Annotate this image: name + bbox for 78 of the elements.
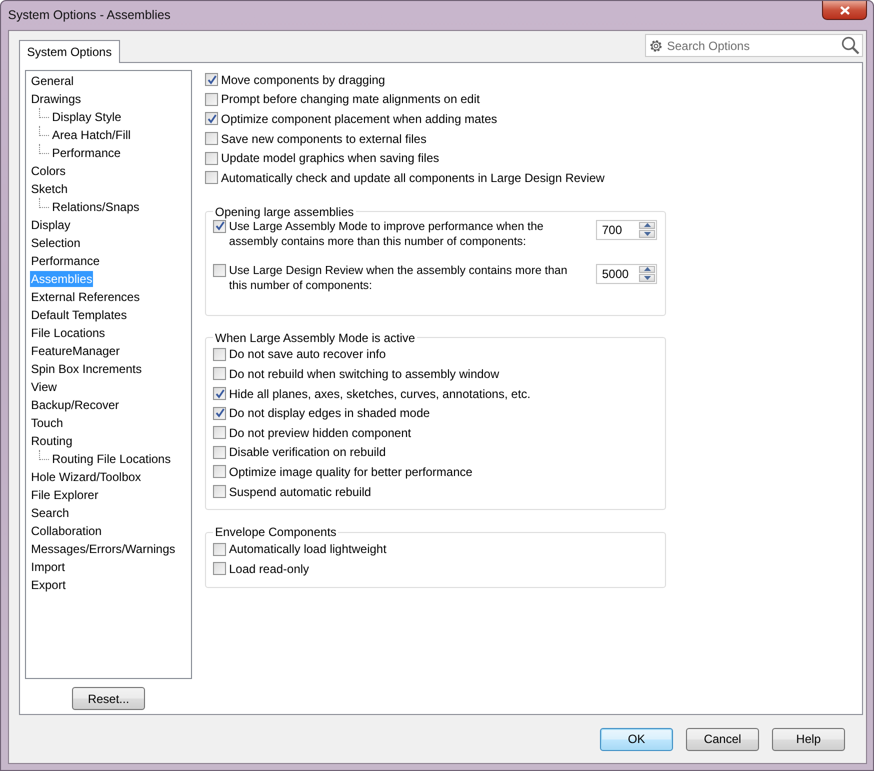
- close-icon: [840, 6, 850, 14]
- search-field[interactable]: Search Options: [645, 34, 863, 57]
- checkbox[interactable]: [213, 406, 226, 420]
- checkbox[interactable]: [205, 132, 218, 146]
- dialog-button[interactable]: Cancel: [686, 728, 759, 750]
- tree-item[interactable]: Performance: [51, 145, 122, 161]
- checkbox[interactable]: [213, 220, 226, 233]
- tree-item[interactable]: Sketch: [30, 181, 69, 197]
- group-title: Envelope Components: [214, 525, 338, 540]
- tree-item[interactable]: Import: [30, 559, 66, 575]
- checkbox[interactable]: [213, 485, 226, 498]
- group-title: Opening large assemblies: [214, 204, 355, 219]
- tree-item[interactable]: Messages/Errors/Warnings: [30, 541, 176, 557]
- reset-button[interactable]: Reset...: [72, 687, 145, 710]
- checkbox[interactable]: [213, 542, 226, 556]
- option-label: Automatically load lightweight: [229, 542, 386, 556]
- window-title: System Options - Assemblies: [8, 7, 171, 22]
- option-label: Use Large Assembly Mode to improve performance when the assembly contains more than this number of components:: [229, 218, 544, 249]
- option-label: Do not save auto recover info: [229, 347, 386, 362]
- tree-item[interactable]: Search: [30, 505, 70, 521]
- tree-item[interactable]: Routing File Locations: [51, 451, 172, 467]
- tree-item[interactable]: View: [30, 379, 58, 395]
- tree-item[interactable]: Colors: [30, 163, 67, 179]
- tree-item[interactable]: External References: [30, 289, 141, 305]
- tree-item[interactable]: Performance: [30, 253, 101, 269]
- checkbox[interactable]: [213, 426, 226, 440]
- option-label: Save new components to external files: [221, 132, 426, 146]
- tab[interactable]: System Options: [19, 40, 120, 63]
- checkbox[interactable]: [205, 73, 218, 86]
- option-label: Prompt before changing mate alignments on edit: [221, 92, 480, 106]
- search-icon[interactable]: [841, 36, 860, 55]
- close-button[interactable]: [822, 1, 867, 20]
- group-title: When Large Assembly Mode is active: [214, 330, 416, 345]
- tree-item[interactable]: Touch: [30, 415, 64, 431]
- tree-item[interactable]: FeatureManager: [30, 343, 121, 359]
- option-label: Load read-only: [229, 562, 310, 576]
- option-label: Use Large Design Review when the assembly contains more than this number of components:: [229, 262, 568, 293]
- option-label: Automatically check and update all components in Large Design Review: [221, 170, 605, 185]
- tree-item[interactable]: Spin Box Increments: [30, 361, 143, 377]
- tree-item[interactable]: Drawings: [30, 91, 82, 107]
- tree-item[interactable]: Backup/Recover: [30, 397, 120, 413]
- checkbox[interactable]: [205, 152, 218, 165]
- dialog-button[interactable]: Help: [772, 728, 845, 750]
- checkbox[interactable]: [213, 264, 226, 277]
- option-label: Do not rebuild when switching to assembly window: [229, 366, 500, 381]
- option-label: Hide all planes, axes, sketches, curves, annotations, etc.: [229, 386, 530, 401]
- tree-item[interactable]: File Locations: [30, 325, 106, 341]
- tree-item[interactable]: Hole Wizard/Toolbox: [30, 469, 142, 485]
- tree-item[interactable]: Relations/Snaps: [51, 199, 140, 215]
- tree-item[interactable]: Collaboration: [30, 523, 103, 539]
- option-label: Do not preview hidden component: [229, 426, 412, 440]
- tree-item[interactable]: Display Style: [51, 109, 122, 125]
- checkbox[interactable]: [205, 112, 218, 126]
- tree-item[interactable]: Export: [30, 577, 67, 593]
- tree-item[interactable]: File Explorer: [30, 487, 100, 503]
- option-label: Suspend automatic rebuild: [229, 484, 372, 499]
- tree-item[interactable]: Display: [30, 217, 72, 233]
- checkbox[interactable]: [213, 562, 226, 576]
- option-label: Disable verification on rebuild: [229, 445, 386, 460]
- checkbox[interactable]: [205, 171, 218, 184]
- tree-item[interactable]: General: [30, 73, 75, 89]
- checkbox[interactable]: [213, 446, 226, 459]
- gear-icon: [648, 38, 664, 54]
- dialog-button[interactable]: OK: [600, 728, 673, 750]
- checkbox[interactable]: [213, 348, 226, 361]
- tree-item[interactable]: Default Templates: [30, 307, 128, 323]
- checkbox[interactable]: [213, 465, 226, 478]
- option-label: Move components by dragging: [221, 72, 386, 87]
- option-label: Optimize image quality for better performance: [229, 464, 472, 479]
- checkbox[interactable]: [205, 92, 218, 106]
- tree-item[interactable]: Area Hatch/Fill: [51, 127, 132, 143]
- checkbox[interactable]: [213, 367, 226, 380]
- option-label: Do not display edges in shaded mode: [229, 406, 430, 420]
- tree-item[interactable]: Selection: [30, 235, 82, 251]
- checkbox[interactable]: [213, 387, 226, 400]
- option-label: Optimize component placement when adding mates: [221, 112, 498, 126]
- tree-item[interactable]: Routing: [30, 433, 74, 449]
- option-label: Update model graphics when saving files: [221, 151, 440, 166]
